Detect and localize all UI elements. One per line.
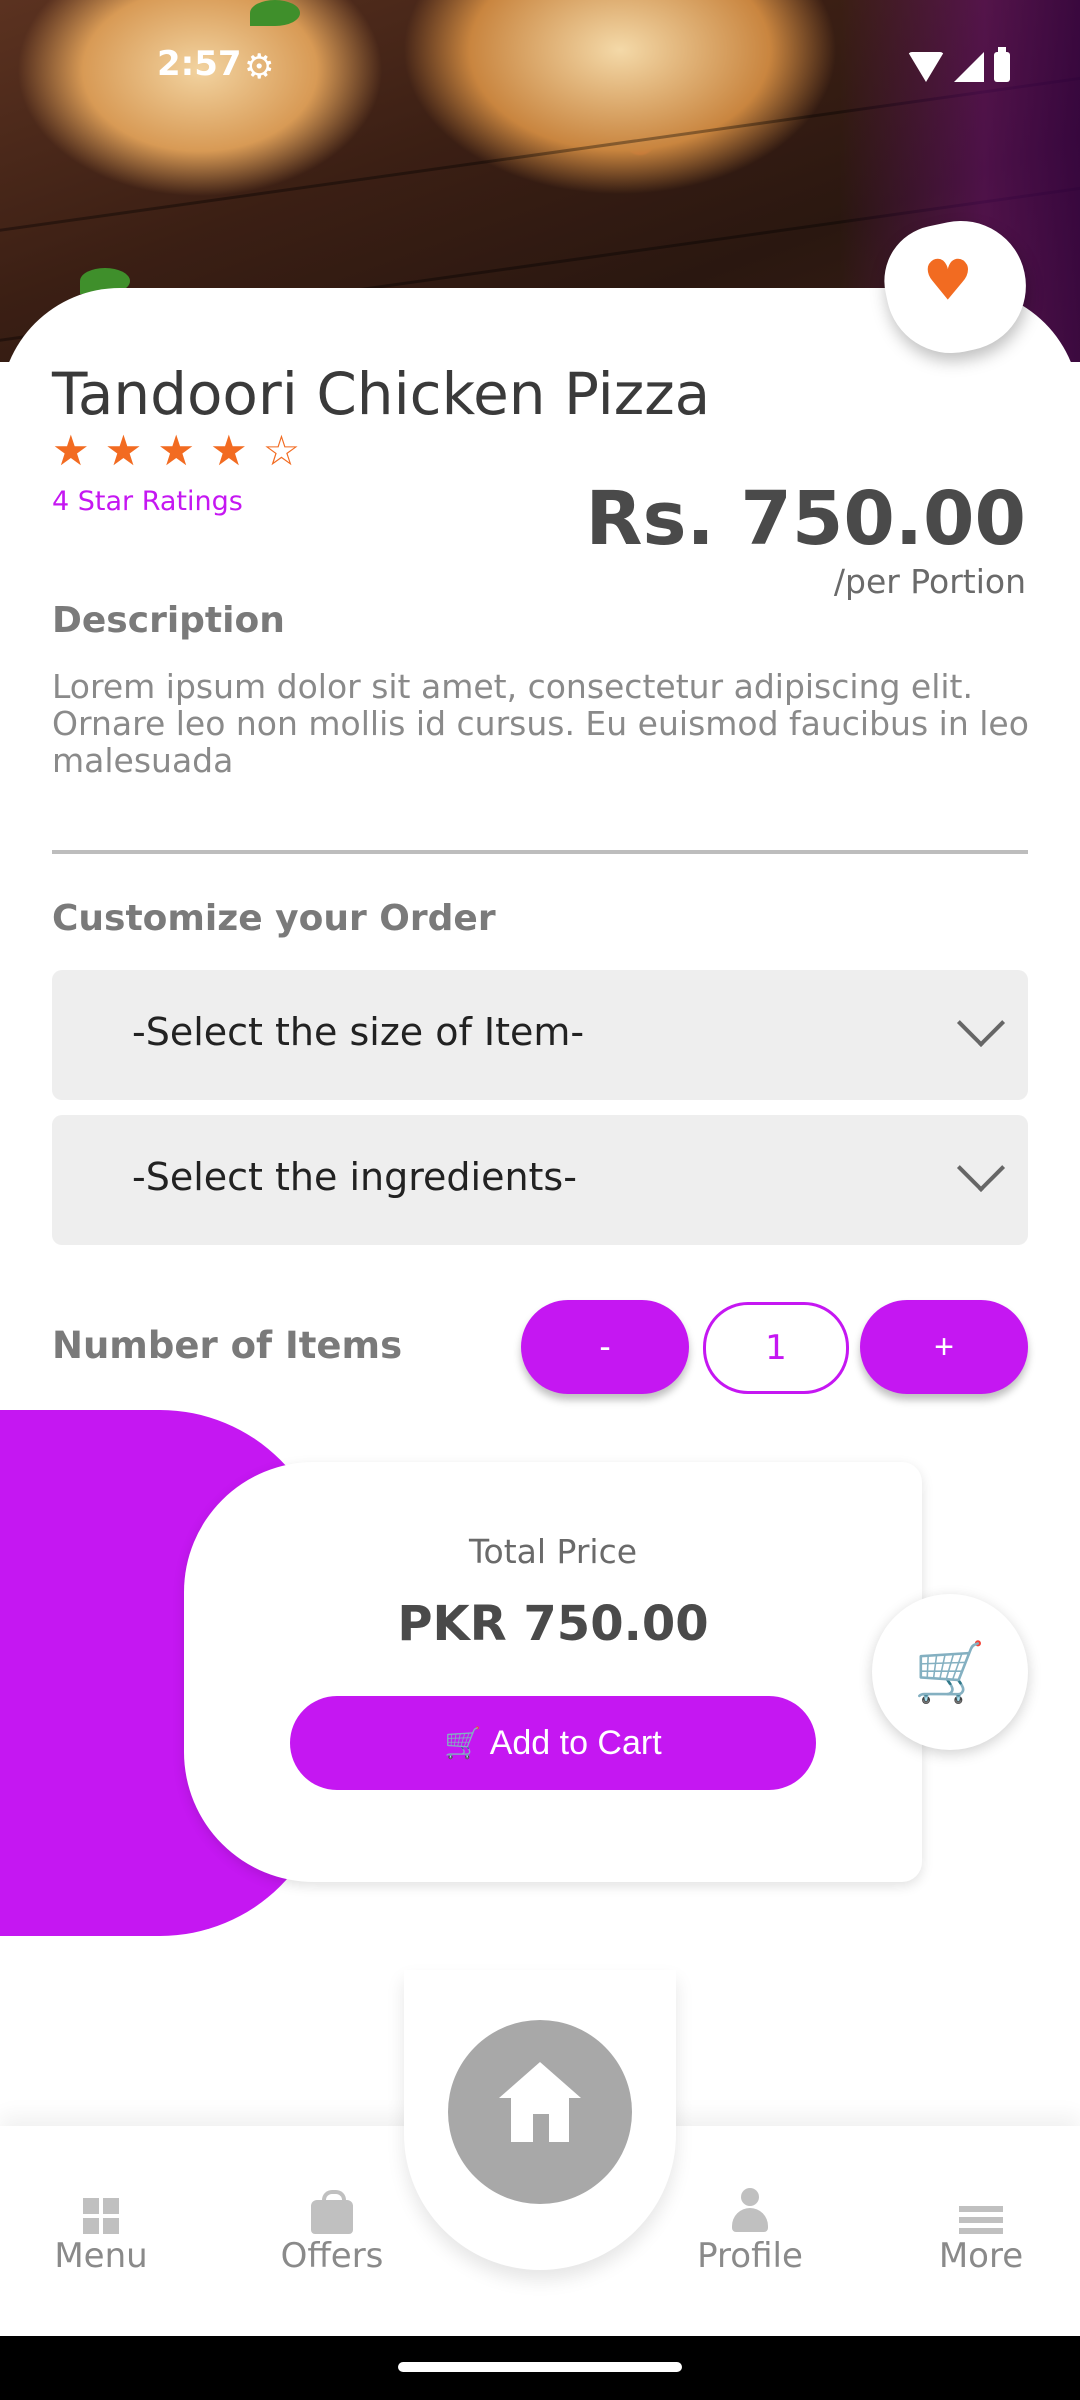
- chevron-down-icon: [956, 998, 1006, 1048]
- ingredients-select[interactable]: -Select the ingredients-: [52, 1115, 1028, 1245]
- nav-label-profile: Profile: [697, 2236, 803, 2276]
- add-to-cart-label: Add to Cart: [489, 1723, 662, 1762]
- product-title: Tandoori Chicken Pizza: [52, 360, 711, 428]
- status-time: 2:57: [157, 44, 242, 84]
- settings-gear-icon: ⚙: [244, 47, 275, 87]
- rating-text: 4 Star Ratings: [52, 486, 243, 517]
- divider: [52, 850, 1028, 854]
- size-select[interactable]: -Select the size of Item-: [52, 970, 1028, 1100]
- nav-label-menu: Menu: [54, 2236, 148, 2276]
- star-filled-icon: ★: [52, 426, 90, 475]
- signal-icon: [954, 52, 984, 82]
- size-select-label: -Select the size of Item-: [132, 1010, 585, 1054]
- total-price-value: PKR 750.00: [397, 1596, 709, 1652]
- nav-label-offers: Offers: [280, 2236, 384, 2276]
- quantity-label: Number of Items: [52, 1324, 403, 1367]
- total-price-label: Total Price: [468, 1532, 638, 1571]
- star-filled-icon: ★: [157, 426, 195, 475]
- description-heading: Description: [52, 600, 285, 641]
- price-unit: /per Portion: [833, 562, 1026, 601]
- star-empty-icon: ☆: [262, 426, 301, 475]
- product-price: Rs. 750.00: [585, 476, 1026, 562]
- total-card: Total Price PKR 750.00 🛒 Add to Cart: [184, 1462, 922, 1882]
- quantity-value: 1: [703, 1302, 849, 1394]
- increase-quantity-button[interactable]: +: [860, 1300, 1028, 1394]
- home-indicator[interactable]: [398, 2362, 682, 2372]
- customize-heading: Customize your Order: [52, 898, 496, 939]
- decrease-quantity-button[interactable]: -: [521, 1300, 689, 1394]
- menu-lines-icon: [901, 2186, 1061, 2234]
- home-button[interactable]: [448, 2020, 632, 2204]
- star-rating: ★ ★ ★ ★ ☆: [52, 430, 300, 472]
- star-filled-icon: ★: [104, 426, 143, 475]
- add-to-cart-button[interactable]: 🛒 Add to Cart: [290, 1696, 816, 1790]
- nav-item-more[interactable]: More: [901, 2186, 1061, 2276]
- home-icon: [499, 2062, 581, 2144]
- cart-icon: 🛒: [444, 1726, 482, 1760]
- shopping-cart-icon: 🛒: [913, 1637, 987, 1706]
- status-icons: [908, 47, 1010, 82]
- user-icon: [670, 2186, 830, 2234]
- description-text: Lorem ipsum dolor sit amet, consectetur …: [52, 667, 1029, 780]
- cart-button[interactable]: 🛒: [872, 1594, 1028, 1750]
- bag-icon: [252, 2186, 412, 2234]
- battery-icon: [994, 47, 1010, 82]
- nav-item-offers[interactable]: Offers: [252, 2186, 412, 2276]
- grid-icon: [21, 2186, 181, 2234]
- status-bar: 2:57 ⚙: [0, 36, 1080, 96]
- star-filled-icon: ★: [209, 426, 248, 475]
- nav-item-menu[interactable]: Menu: [21, 2186, 181, 2276]
- nav-label-more: More: [938, 2236, 1024, 2276]
- heart-icon: ♥: [922, 248, 973, 314]
- nav-item-profile[interactable]: Profile: [670, 2186, 830, 2276]
- wifi-icon: [908, 52, 944, 82]
- ingredients-select-label: -Select the ingredients-: [132, 1155, 577, 1199]
- chevron-down-icon: [956, 1143, 1006, 1193]
